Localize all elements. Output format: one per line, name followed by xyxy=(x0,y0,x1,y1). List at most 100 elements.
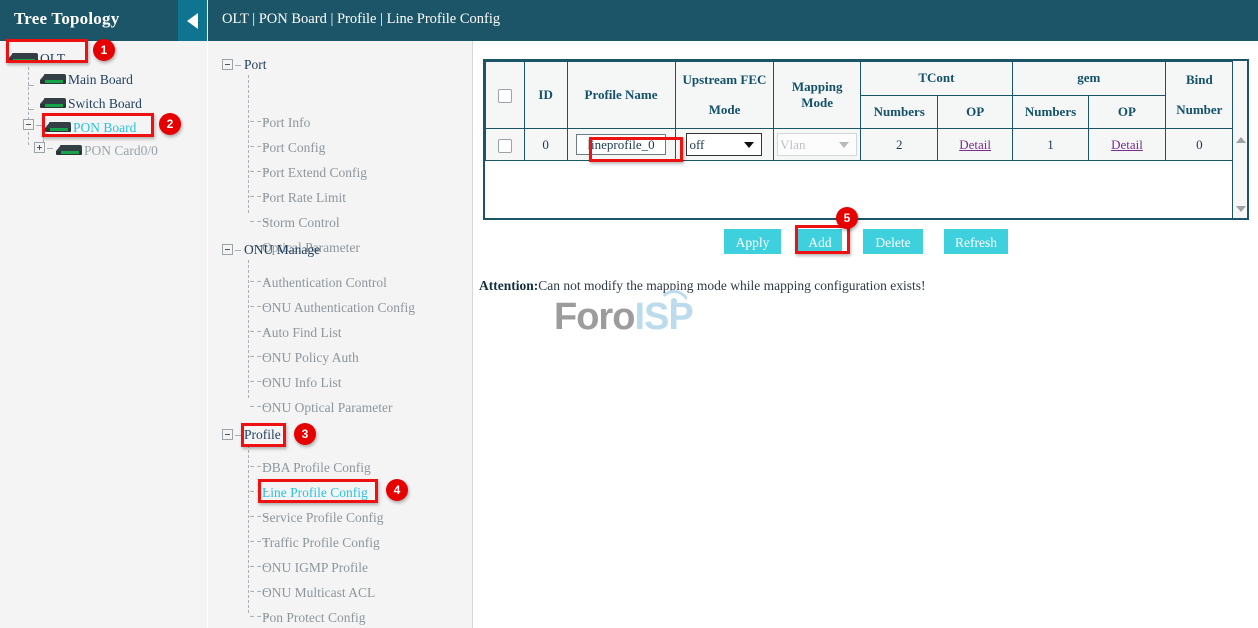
column-header-mapping-mode: Mapping Mode xyxy=(774,62,861,129)
menu-item-dba-profile-config[interactable]: DBA Profile Config xyxy=(262,460,371,476)
application-window: Tree Topology OLT Main Board xyxy=(0,0,1258,628)
menu-item-onu-policy-auth[interactable]: ONU Policy Auth xyxy=(262,350,359,366)
tree-connector xyxy=(28,85,34,86)
bind-line2: Number xyxy=(1176,102,1222,117)
tree-collapse-toggle-pon-board[interactable] xyxy=(23,119,34,130)
menu-group-toggle-port[interactable] xyxy=(222,59,233,70)
tree-node-list: OLT Main Board Switch Board xyxy=(0,41,207,628)
upstream-fec-line1: Upstream FEC xyxy=(683,72,767,87)
row-checkbox[interactable] xyxy=(498,139,512,153)
menu-item-onu-authentication-config[interactable]: ONU Authentication Config xyxy=(262,300,415,316)
menu-item-port-config[interactable]: Port Config xyxy=(262,140,325,156)
tree-node-label: PON Board xyxy=(73,120,136,135)
mapping-mode-select-wrap: VlanPortPriorityPort+Vlan xyxy=(777,133,857,156)
main-content: ID Profile Name Upstream FEC Mode Mappin… xyxy=(474,41,1258,628)
add-button[interactable]: Add xyxy=(798,229,842,254)
tree-connector xyxy=(28,67,29,145)
menu-group-profile[interactable]: Profile xyxy=(244,427,281,443)
menu-item-port-extend-config[interactable]: Port Extend Config xyxy=(262,165,367,181)
delete-button[interactable]: Delete xyxy=(863,229,923,254)
device-icon xyxy=(56,144,82,157)
sidebar-collapse-button[interactable] xyxy=(178,0,207,41)
attention-message: Attention:Can not modify the mapping mod… xyxy=(479,278,926,294)
tree-node-main-board[interactable]: Main Board xyxy=(40,69,133,89)
menu-item-traffic-profile-config[interactable]: Traffic Profile Config xyxy=(262,535,380,551)
tree-topology-sidebar: Tree Topology OLT Main Board xyxy=(0,0,207,628)
gem-detail-link[interactable]: Detail xyxy=(1111,137,1143,152)
cell-gem-op: Detail xyxy=(1089,129,1165,161)
cell-bind-number: 0 xyxy=(1165,129,1233,161)
menu-connector xyxy=(235,250,241,251)
select-all-checkbox[interactable] xyxy=(498,89,512,103)
line-profile-table-card: ID Profile Name Upstream FEC Mode Mappin… xyxy=(483,59,1249,220)
tree-node-label: Switch Board xyxy=(68,96,142,111)
column-group-header-tcont: TCont xyxy=(860,62,1012,96)
tree-connector xyxy=(28,109,34,110)
menu-group-toggle-onu-manage[interactable] xyxy=(222,244,233,255)
column-group-header-gem: gem xyxy=(1012,62,1165,96)
device-icon xyxy=(8,52,38,65)
tree-node-label: OLT xyxy=(40,51,65,66)
profile-name-input[interactable] xyxy=(576,134,666,155)
menu-item-storm-control[interactable]: Storm Control xyxy=(262,215,340,231)
column-header-gem-numbers: Numbers xyxy=(1012,95,1088,129)
upstream-fec-select-wrap: offon xyxy=(686,133,762,156)
apply-button[interactable]: Apply xyxy=(724,229,781,254)
upstream-fec-line2: Mode xyxy=(709,102,741,117)
sidebar-title: Tree Topology xyxy=(14,9,119,29)
menu-item-authentication-control[interactable]: Authentication Control xyxy=(262,275,387,291)
menu-item-onu-igmp-profile[interactable]: ONU IGMP Profile xyxy=(262,560,368,576)
menu-item-line-profile-config[interactable]: Line Profile Config xyxy=(262,485,368,501)
column-header-gem-op: OP xyxy=(1089,95,1165,129)
chevron-left-icon xyxy=(187,13,198,29)
menu-item-onu-multicast-acl[interactable]: ONU Multicast ACL xyxy=(262,585,375,601)
menu-connector xyxy=(235,435,241,436)
menu-item-onu-optical-parameter[interactable]: ONU Optical Parameter xyxy=(262,400,392,416)
tree-node-olt[interactable]: OLT xyxy=(8,48,65,68)
column-header-id: ID xyxy=(524,62,567,129)
tree-node-pon-card-0-0[interactable]: PON Card0/0 xyxy=(56,140,158,160)
column-header-profile-name: Profile Name xyxy=(567,62,675,129)
menu-connector xyxy=(235,65,241,66)
menu-group-toggle-profile[interactable] xyxy=(222,429,233,440)
table-header-row-1: ID Profile Name Upstream FEC Mode Mappin… xyxy=(486,62,1234,96)
menu-item-port-rate-limit[interactable]: Port Rate Limit xyxy=(262,190,346,206)
sidebar-header: Tree Topology xyxy=(0,0,207,41)
cell-tcont-numbers: 2 xyxy=(860,129,937,161)
cell-id: 0 xyxy=(524,129,567,161)
menu-item-port-info[interactable]: Port Info xyxy=(262,115,310,131)
menu-group-onu-manage[interactable]: ONU Manage xyxy=(244,242,320,258)
navigation-menu-panel: Port --- Port Info --- Port Config --- P… xyxy=(208,41,473,628)
column-header-bind-number: Bind Number xyxy=(1165,62,1233,129)
column-header-tcont-numbers: Numbers xyxy=(860,95,937,129)
scroll-down-icon[interactable] xyxy=(1236,206,1246,212)
column-header-tcont-op: OP xyxy=(938,95,1012,129)
attention-label: Attention: xyxy=(479,278,538,293)
tree-connector xyxy=(36,125,42,126)
action-button-row: Apply Add Delete Refresh xyxy=(474,229,1258,269)
upstream-fec-mode-select[interactable]: offon xyxy=(686,133,762,156)
refresh-button[interactable]: Refresh xyxy=(944,229,1008,254)
tree-node-pon-board[interactable]: PON Board xyxy=(45,117,136,137)
select-all-header xyxy=(486,62,525,129)
tcont-detail-link[interactable]: Detail xyxy=(959,137,991,152)
table-vertical-scrollbar[interactable] xyxy=(1232,61,1247,218)
tree-node-label: Main Board xyxy=(68,72,133,87)
tree-node-switch-board[interactable]: Switch Board xyxy=(40,93,142,113)
tree-connector xyxy=(47,148,53,149)
menu-item-auto-find-list[interactable]: Auto Find List xyxy=(262,325,342,341)
device-icon xyxy=(45,121,71,134)
menu-group-port[interactable]: Port xyxy=(244,57,267,73)
menu-item-service-profile-config[interactable]: Service Profile Config xyxy=(262,510,383,526)
cell-upstream-fec-mode: offon xyxy=(675,129,774,161)
menu-item-pon-protect-config[interactable]: Pon Protect Config xyxy=(262,610,366,626)
row-select-cell xyxy=(486,129,525,161)
watermark-part1: Foro xyxy=(554,296,634,338)
scroll-up-icon[interactable] xyxy=(1236,137,1246,143)
breadcrumb: OLT | PON Board | Profile | Line Profile… xyxy=(222,11,500,28)
menu-item-onu-info-list[interactable]: ONU Info List xyxy=(262,375,342,391)
tree-node-label: PON Card0/0 xyxy=(84,143,158,158)
device-icon xyxy=(40,73,66,86)
tree-expand-toggle-pon-card[interactable] xyxy=(34,142,45,153)
cell-tcont-op: Detail xyxy=(938,129,1012,161)
